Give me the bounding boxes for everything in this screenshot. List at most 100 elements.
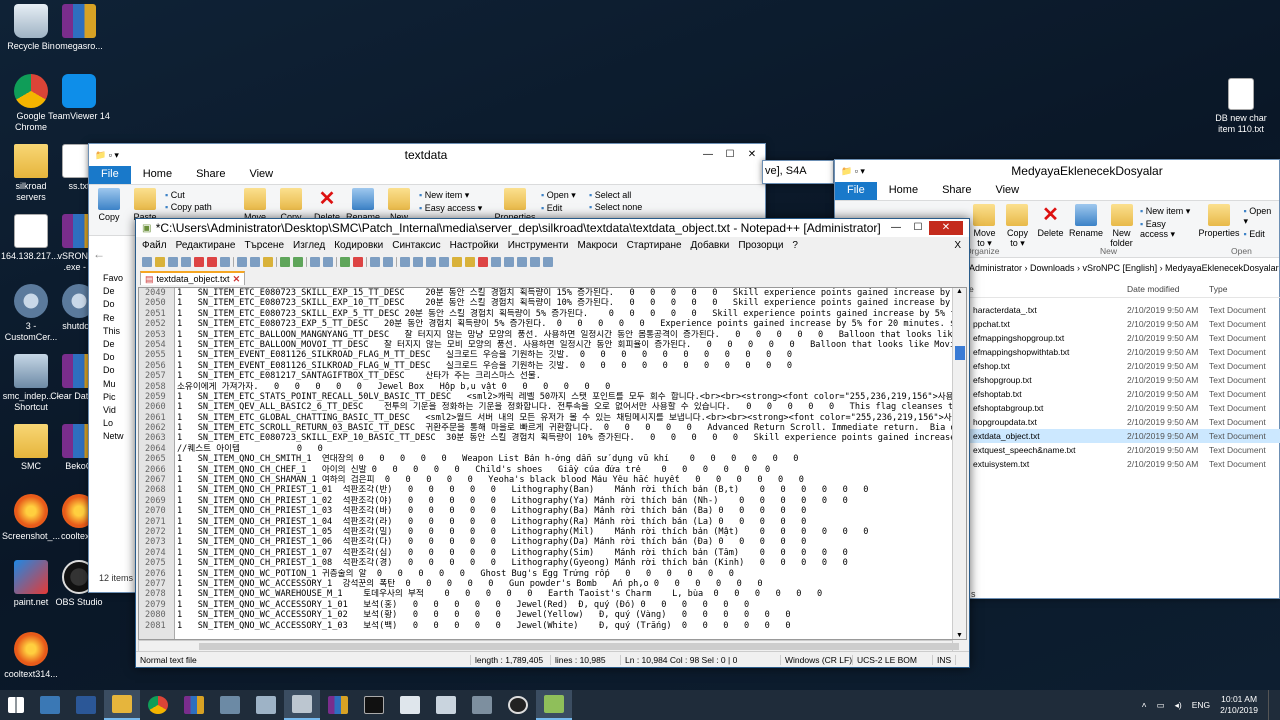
spellcheck-icon[interactable]	[543, 257, 553, 267]
tab-home[interactable]: Home	[877, 182, 930, 200]
close-button[interactable]: ✕	[929, 221, 963, 235]
maximize-button[interactable]: ☐	[719, 148, 741, 162]
tab-close-icon[interactable]: ✕	[233, 274, 241, 285]
minimize-button[interactable]: —	[885, 221, 907, 235]
taskbar-app-6[interactable]	[464, 690, 500, 720]
nav-item[interactable]: Mu	[103, 378, 124, 391]
easy-access-button[interactable]: Easy access ▾	[1140, 219, 1194, 240]
taskbar-app-1[interactable]	[212, 690, 248, 720]
folder-workspace-icon[interactable]	[465, 257, 475, 267]
easy-access-button[interactable]: Easy access ▾	[419, 203, 489, 214]
tab-home[interactable]: Home	[131, 166, 184, 184]
file-row[interactable]: extdata_object.txt 2/10/2019 9:50 AM Text …	[969, 429, 1280, 443]
word-wrap-icon[interactable]	[400, 257, 410, 267]
desktop-icon-db-new-char[interactable]: DB new char item 110.txt	[1209, 78, 1273, 135]
sync-vertical-icon[interactable]	[370, 257, 380, 267]
vertical-scrollbar[interactable]: ▲ ▼	[952, 288, 966, 639]
sync-horizontal-icon[interactable]	[383, 257, 393, 267]
show-desktop-button[interactable]	[1268, 690, 1272, 720]
text-editor[interactable]: 2049 1 SN_ITEM_ETC_E080723_SKILL_EXP_15_T…	[138, 287, 967, 640]
replace-icon[interactable]	[323, 257, 333, 267]
file-row[interactable]: efshop.txt 2/10/2019 9:50 AM Text Document	[969, 359, 1280, 373]
volume-icon[interactable]: ◂)	[1175, 700, 1182, 711]
taskbar-app-2[interactable]	[248, 690, 284, 720]
menu-item[interactable]: Редактиране	[176, 240, 236, 251]
cut-icon[interactable]	[237, 257, 247, 267]
copy-to-button[interactable]: Copy to ▾	[1003, 204, 1032, 254]
tab-file[interactable]: File	[89, 166, 131, 184]
redo-icon[interactable]	[293, 257, 303, 267]
new-item-button[interactable]: New item ▾	[419, 190, 489, 201]
undo-icon[interactable]	[280, 257, 290, 267]
file-row[interactable]: hopgroupdata.txt 2/10/2019 9:50 AM Text Do…	[969, 415, 1280, 429]
copy-icon[interactable]	[250, 257, 260, 267]
maximize-button[interactable]: ☐	[907, 221, 929, 235]
copy-path-button[interactable]: Copy path	[165, 202, 235, 212]
file-row[interactable]: efmappingshopwithtab.txt 2/10/2019 9:50 A…	[969, 345, 1280, 359]
macro-run-multiple-icon[interactable]	[517, 257, 527, 267]
menu-item[interactable]: ?	[792, 240, 798, 251]
find-icon[interactable]	[310, 257, 320, 267]
select-all-button[interactable]: Select all	[589, 190, 642, 200]
nav-item[interactable]: De	[103, 338, 124, 351]
open-button[interactable]: Open ▾	[1243, 206, 1275, 227]
menu-item[interactable]: Настройки	[450, 240, 499, 251]
paste-icon[interactable]	[263, 257, 273, 267]
menu-item[interactable]: Макроси	[577, 240, 617, 251]
notepadpp-window[interactable]: ▣ *C:\Users\Administrator\Desktop\SMC\Pa…	[135, 218, 970, 668]
taskbar-obs[interactable]	[500, 690, 536, 720]
nav-item[interactable]: Re	[103, 312, 124, 325]
nav-item[interactable]: This	[103, 325, 124, 338]
desktop-icon[interactable]: omegasro...	[48, 4, 110, 52]
language-indicator[interactable]: ENG	[1192, 700, 1210, 710]
menu-item[interactable]: Инструменти	[508, 240, 569, 251]
file-row[interactable]: efshoptab.txt 2/10/2019 9:50 AM Text Docum…	[969, 387, 1280, 401]
taskbar-winrar[interactable]	[176, 690, 212, 720]
indent-guide-icon[interactable]	[426, 257, 436, 267]
taskbar-chrome[interactable]	[140, 690, 176, 720]
back-arrow-icon[interactable]: ←	[93, 247, 105, 261]
breadcrumb[interactable]: Administrator › Downloads › vSroNPC [Eng…	[969, 263, 1279, 273]
scroll-down-icon[interactable]: ▼	[953, 632, 966, 639]
macro-stop-icon[interactable]	[491, 257, 501, 267]
menu-item[interactable]: Прозорци	[738, 240, 783, 251]
tab-share[interactable]: Share	[184, 166, 237, 184]
copy-button[interactable]: Copy	[93, 188, 125, 232]
tray-chevron-icon[interactable]: ˄	[1142, 700, 1147, 710]
zoom-out-icon[interactable]	[353, 257, 363, 267]
menu-item[interactable]: Изглед	[293, 240, 325, 251]
new-item-button[interactable]: New item ▾	[1140, 206, 1194, 217]
nav-item[interactable]: Do	[103, 351, 124, 364]
macro-save-icon[interactable]	[530, 257, 540, 267]
taskbar-notepadpp[interactable]	[536, 690, 572, 720]
tab-view[interactable]: View	[983, 182, 1031, 200]
delete-button[interactable]: ✕ Delete	[1036, 204, 1065, 254]
edit-button[interactable]: Edit	[1243, 229, 1275, 239]
scroll-up-icon[interactable]: ▲	[953, 288, 966, 295]
close-all-icon[interactable]	[207, 257, 217, 267]
taskbar-cmd[interactable]	[356, 690, 392, 720]
taskbar-app-4[interactable]	[392, 690, 428, 720]
tab-file[interactable]: File	[835, 182, 877, 200]
minimize-button[interactable]: —	[697, 148, 719, 162]
close-file-icon[interactable]	[194, 257, 204, 267]
column-name[interactable]: e	[969, 284, 1127, 297]
clock[interactable]: 10:01 AM 2/10/2019	[1220, 694, 1258, 716]
macro-record-icon[interactable]	[478, 257, 488, 267]
taskbar-app-5[interactable]	[428, 690, 464, 720]
select-none-button[interactable]: Select none	[589, 202, 643, 212]
close-button[interactable]: ✕	[741, 148, 763, 162]
hscroll-thumb[interactable]	[199, 643, 959, 650]
edit-button[interactable]: Edit	[541, 203, 585, 213]
nav-item[interactable]: Do	[103, 298, 124, 311]
desktop-icon[interactable]: cooltext314...	[0, 632, 62, 680]
show-all-chars-icon[interactable]	[413, 257, 423, 267]
open-file-icon[interactable]	[155, 257, 165, 267]
tab-textdata-object[interactable]: ▤ textdata_object.txt ✕	[140, 271, 246, 285]
file-row[interactable]: efmappingshopgroup.txt 2/10/2019 9:50 AM T…	[969, 331, 1280, 345]
nav-item[interactable]: Pic	[103, 391, 124, 404]
zoom-in-icon[interactable]	[340, 257, 350, 267]
file-row[interactable]: efshopgroup.txt 2/10/2019 9:50 AM Text Doc…	[969, 373, 1280, 387]
save-icon[interactable]	[168, 257, 178, 267]
rename-button[interactable]: Rename	[1069, 204, 1103, 254]
